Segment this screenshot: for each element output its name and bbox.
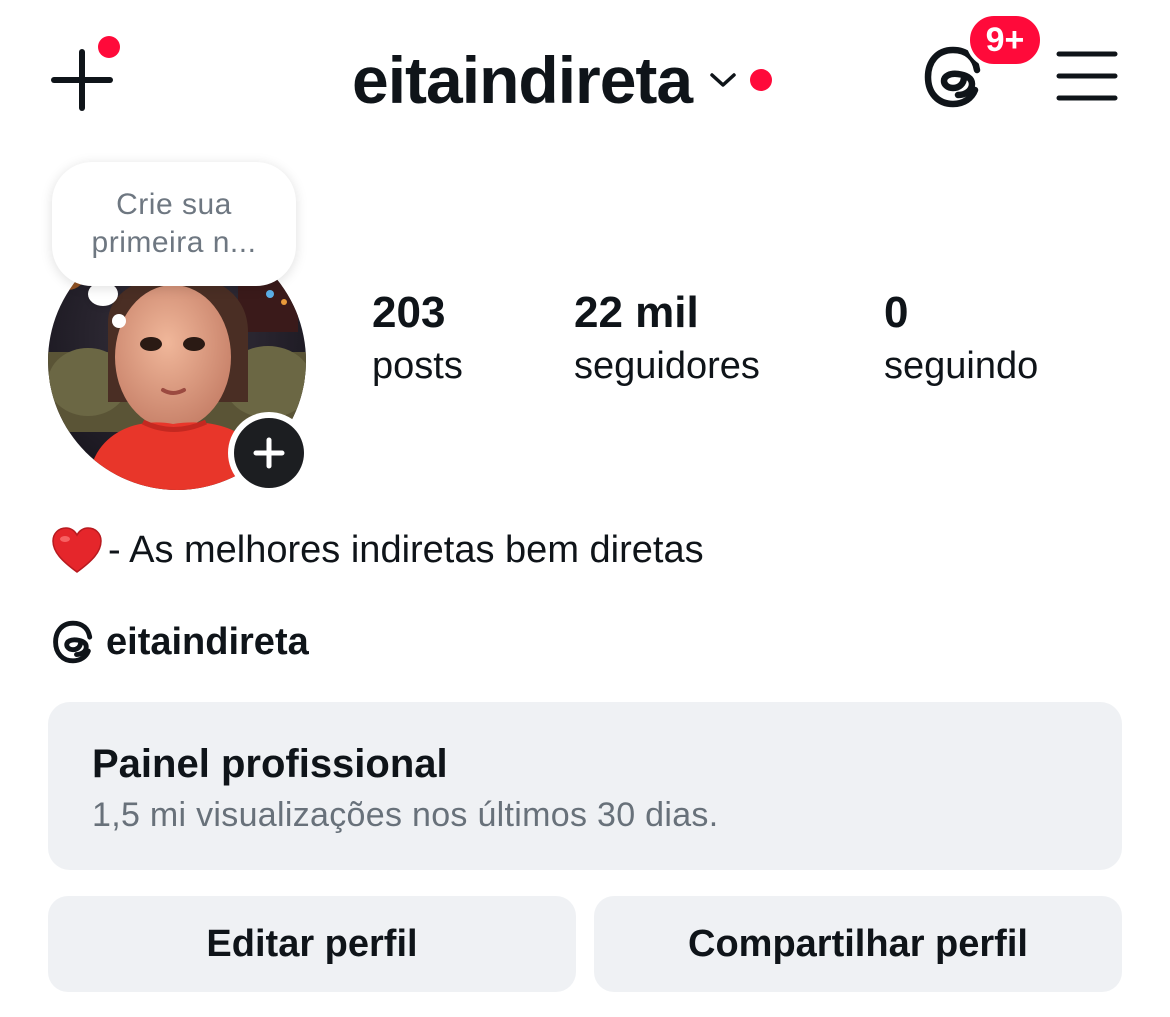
notification-badge: 9+ — [966, 12, 1044, 68]
add-story-button[interactable] — [228, 412, 310, 494]
following-label: seguindo — [884, 345, 1039, 387]
followers-stat[interactable]: 22 mil seguidores — [574, 288, 760, 394]
note-bubble-tail-dot — [112, 314, 126, 328]
edit-profile-button[interactable]: Editar perfil — [48, 896, 576, 992]
profile-screen: eitaindireta 9+ Crie sua primeira n... 2… — [0, 0, 1170, 1017]
plus-icon — [51, 49, 113, 111]
create-button[interactable] — [50, 36, 120, 112]
posts-label: posts — [372, 345, 463, 387]
share-profile-button[interactable]: Compartilhar perfil — [594, 896, 1122, 992]
threads-profile-link[interactable]: eitaindireta — [50, 616, 309, 668]
dashboard-title: Painel profissional — [92, 742, 448, 786]
red-heart-icon — [52, 527, 102, 573]
threads-handle: eitaindireta — [106, 620, 309, 663]
following-count: 0 — [884, 288, 909, 337]
bio: - As melhores indiretas bem diretas — [50, 522, 704, 578]
menu-button[interactable] — [1056, 50, 1118, 102]
posts-stat[interactable]: 203 posts — [372, 288, 463, 394]
dashboard-subtitle: 1,5 mi visualizações nos últimos 30 dias… — [92, 796, 719, 834]
bio-text: - As melhores indiretas bem diretas — [108, 528, 704, 571]
page-title: eitaindireta — [352, 43, 693, 117]
followers-count: 22 mil — [574, 288, 699, 337]
hamburger-menu-icon — [1056, 51, 1118, 101]
followers-label: seguidores — [574, 345, 760, 387]
note-text-line2: primeira n... — [91, 226, 257, 259]
note-text-line1: Crie sua — [116, 188, 232, 221]
posts-count: 203 — [372, 288, 446, 337]
following-stat[interactable]: 0 seguindo — [884, 288, 1038, 394]
new-indicator-dot — [98, 36, 120, 58]
account-switcher[interactable]: eitaindireta — [352, 40, 773, 120]
note-bubble[interactable]: Crie sua primeira n... — [52, 162, 296, 286]
threads-icon — [53, 620, 93, 664]
chevron-down-icon — [710, 73, 736, 87]
plus-icon — [253, 437, 285, 469]
professional-dashboard[interactable]: Painel profissional 1,5 mi visualizações… — [48, 702, 1122, 870]
unread-dot — [750, 69, 773, 91]
